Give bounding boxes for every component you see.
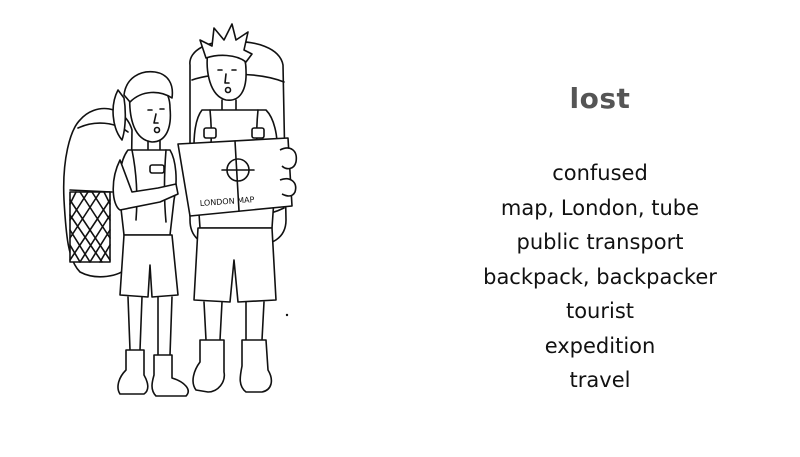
keyword-item: map, London, tube <box>500 195 700 220</box>
london-map: LONDON MAP <box>178 138 296 216</box>
keyword-list: confused map, London, tube public transp… <box>430 156 770 398</box>
keyword-item: backpack, backpacker <box>483 264 717 289</box>
girl-figure <box>113 72 188 396</box>
page-title: lost <box>569 82 631 115</box>
keyword-item: expedition <box>544 333 656 358</box>
keyword-item: public transport <box>516 230 684 254</box>
keyword-item: travel <box>569 368 631 392</box>
keyword-item: tourist <box>565 299 635 323</box>
backpackers-drawing: LONDON MAP <box>40 10 360 450</box>
backpackers-illustration: LONDON MAP <box>40 10 360 450</box>
keyword-item: confused <box>552 161 648 185</box>
